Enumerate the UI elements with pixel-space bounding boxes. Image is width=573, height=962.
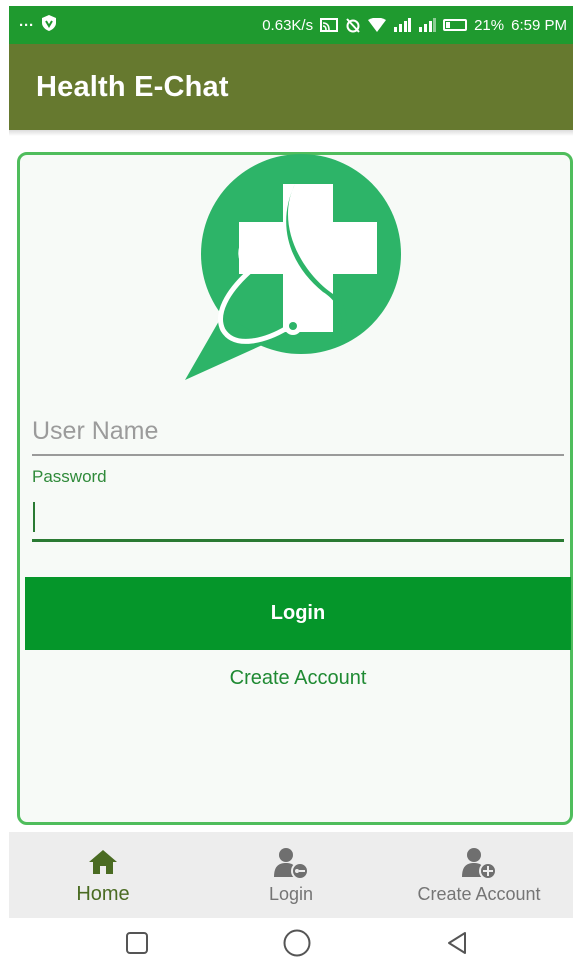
nav-item-login[interactable]: Login: [197, 832, 385, 918]
screen: ··· 0.63K/s 21% 6:59 PM Health E-Chat Us…: [0, 0, 573, 962]
login-button[interactable]: Login: [25, 577, 571, 650]
system-navigation: [0, 918, 573, 962]
password-label: Password: [32, 467, 107, 486]
signal-2-icon: [418, 18, 437, 32]
recent-apps-icon[interactable]: [125, 931, 149, 960]
user-key-icon: [274, 846, 308, 880]
back-icon[interactable]: [445, 931, 469, 960]
nav-label-create-account: Create Account: [417, 883, 541, 904]
nav-item-create-account[interactable]: Create Account: [385, 832, 573, 918]
nav-item-home[interactable]: Home: [9, 832, 197, 918]
app-bar-shadow: [9, 130, 573, 136]
app-bar: Health E-Chat: [9, 44, 573, 130]
network-speed: 0.63K/s: [262, 16, 314, 34]
password-field[interactable]: [32, 495, 564, 542]
status-bar: ··· 0.63K/s 21% 6:59 PM: [9, 6, 573, 44]
app-title: Health E-Chat: [36, 70, 229, 103]
battery-percent: 21%: [474, 16, 505, 34]
home-circle-icon[interactable]: [283, 929, 311, 962]
username-field[interactable]: [32, 408, 564, 456]
status-bar-left: ···: [19, 15, 56, 35]
cast-icon: [320, 18, 339, 32]
create-account-link[interactable]: Create Account: [25, 667, 571, 690]
home-icon: [86, 845, 120, 879]
shield-icon: [42, 15, 56, 35]
wifi-icon: [368, 18, 387, 32]
nav-label-login: Login: [268, 883, 314, 904]
health-chat-logo-icon: [185, 154, 401, 380]
battery-icon: [443, 19, 468, 31]
alarm-off-icon: [345, 17, 361, 33]
status-bar-right: 0.63K/s 21% 6:59 PM: [262, 17, 567, 34]
signal-1-icon: [393, 18, 412, 32]
user-add-icon: [462, 846, 496, 880]
status-time: 6:59 PM: [511, 16, 567, 34]
username-input[interactable]: [32, 408, 564, 454]
more-dots: ···: [19, 16, 34, 34]
nav-label-home: Home: [76, 882, 130, 905]
text-cursor: [33, 502, 35, 532]
bottom-navigation: Home Login Create Account: [9, 832, 573, 918]
